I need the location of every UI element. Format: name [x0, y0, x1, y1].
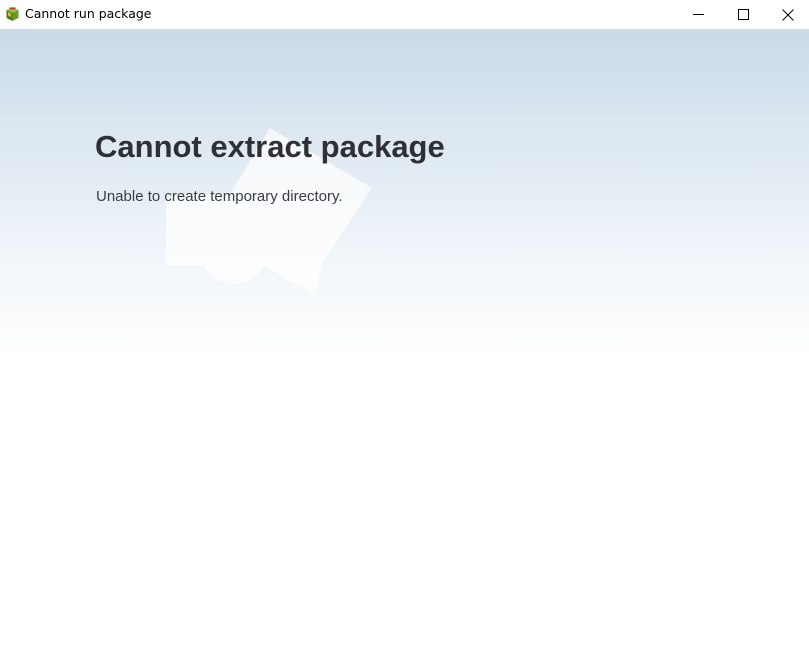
error-window: Cannot run package Cannot extract packag… — [0, 0, 809, 648]
content-area: Cannot extract package Unable to create … — [0, 29, 809, 648]
error-heading: Cannot extract package — [95, 129, 445, 164]
close-icon — [782, 8, 794, 21]
maximize-button[interactable] — [720, 0, 766, 29]
error-message: Unable to create temporary directory. — [96, 188, 343, 205]
title-bar[interactable]: Cannot run package — [0, 0, 809, 29]
close-button[interactable] — [765, 0, 809, 29]
maximize-icon — [737, 9, 749, 20]
window-title: Cannot run package — [25, 6, 152, 21]
minimize-icon — [692, 9, 704, 20]
minimize-button[interactable] — [675, 0, 721, 29]
package-box-icon — [5, 6, 20, 22]
